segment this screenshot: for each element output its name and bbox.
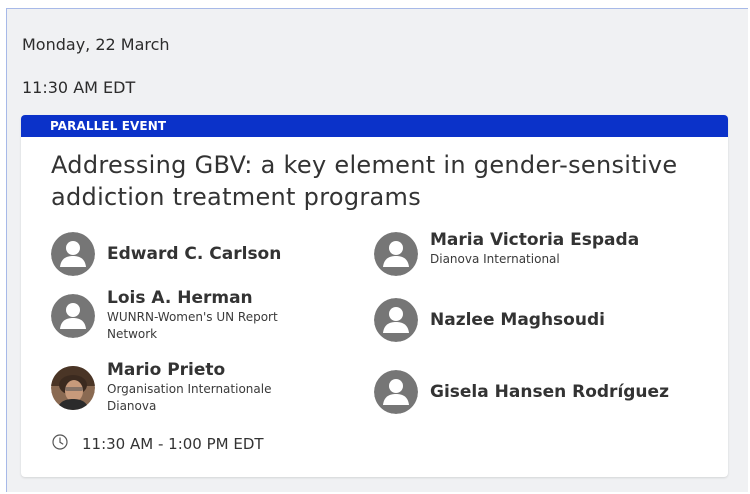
speaker-item[interactable]: Lois A. Herman WUNRN-Women's UN Report N… [51,288,322,343]
speaker-item[interactable]: Gisela Hansen Rodríguez [374,370,669,414]
speaker-organization: Dianova International [430,252,560,266]
event-card[interactable]: PARALLEL EVENT Addressing GBV: a key ele… [21,115,728,477]
speaker-photo [51,365,95,410]
speaker-organization: Organisation Internationale Dianova [107,382,272,413]
schedule-time-slot: 11:30 AM EDT [22,78,136,97]
person-placeholder-icon [51,293,95,338]
event-time-range: 11:30 AM - 1:00 PM EDT [52,434,264,454]
schedule-panel: Monday, 22 March 11:30 AM EDT PARALLEL E… [6,8,748,492]
person-placeholder-icon [51,232,95,276]
speaker-item[interactable]: Edward C. Carlson [51,232,281,276]
speaker-name: Mario Prieto [107,360,226,380]
speaker-organization: WUNRN-Women's UN Report Network [107,310,278,341]
event-title[interactable]: Addressing GBV: a key element in gender-… [51,149,681,213]
person-placeholder-icon [374,370,418,414]
clock-icon [52,434,68,454]
speaker-name: Gisela Hansen Rodríguez [430,381,669,402]
event-time-range-text: 11:30 AM - 1:00 PM EDT [82,435,264,453]
schedule-date: Monday, 22 March [22,35,170,54]
speaker-item[interactable]: Mario Prieto Organisation Internationale… [51,360,317,415]
person-placeholder-icon [374,298,418,342]
speaker-item[interactable]: Nazlee Maghsoudi [374,298,605,342]
event-type-badge: PARALLEL EVENT [21,115,728,137]
speaker-name: Nazlee Maghsoudi [430,309,605,330]
speaker-name: Edward C. Carlson [107,243,282,264]
speaker-name: Maria Victoria Espada [430,230,640,250]
speaker-item[interactable]: Maria Victoria Espada Dianova Internatio… [374,230,640,276]
speaker-name: Lois A. Herman [107,288,253,308]
person-placeholder-icon [374,232,418,276]
